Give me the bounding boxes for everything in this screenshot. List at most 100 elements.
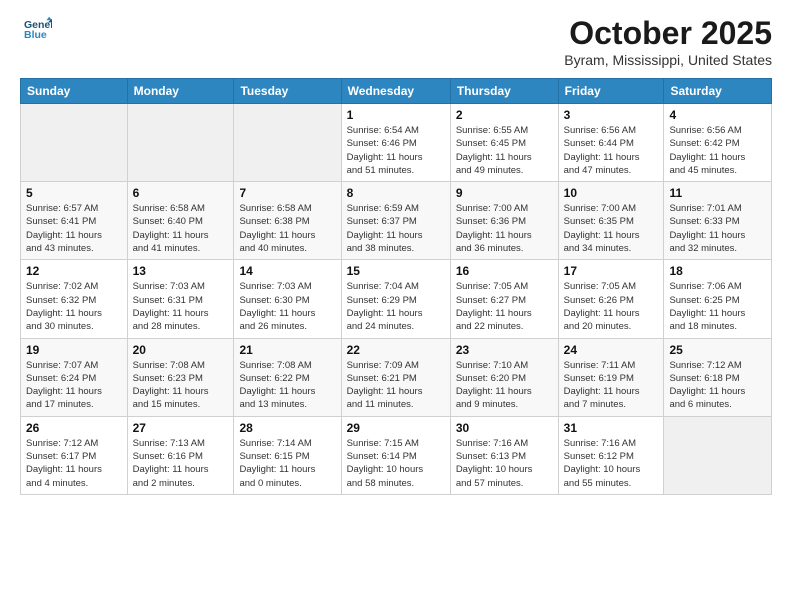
col-sunday: Sunday [21, 79, 128, 104]
table-row: 15 Sunrise: 7:04 AM Sunset: 6:29 PM Dayli… [341, 260, 450, 338]
calendar-week-1: 1 Sunrise: 6:54 AM Sunset: 6:46 PM Daylig… [21, 104, 772, 182]
logo: General Blue [20, 15, 52, 48]
day-number: 31 [564, 421, 659, 435]
day-number: 17 [564, 264, 659, 278]
day-info: Sunrise: 7:02 AM Sunset: 6:32 PM Dayligh… [26, 280, 122, 333]
col-monday: Monday [127, 79, 234, 104]
day-info: Sunrise: 7:16 AM Sunset: 6:13 PM Dayligh… [456, 437, 553, 490]
title-block: October 2025 Byram, Mississippi, United … [564, 15, 772, 68]
day-number: 24 [564, 343, 659, 357]
day-number: 7 [239, 186, 335, 200]
table-row: 3Sunrise: 6:56 AM Sunset: 6:44 PM Daylig… [558, 104, 664, 182]
table-row: 5Sunrise: 6:57 AM Sunset: 6:41 PM Daylig… [21, 182, 128, 260]
day-number: 3 [564, 108, 659, 122]
table-row [127, 104, 234, 182]
table-row: 20 Sunrise: 7:08 AM Sunset: 6:23 PM Dayli… [127, 338, 234, 416]
table-row: 28 Sunrise: 7:14 AM Sunset: 6:15 PM Dayli… [234, 416, 341, 494]
table-row: 1 Sunrise: 6:54 AM Sunset: 6:46 PM Daylig… [341, 104, 450, 182]
col-tuesday: Tuesday [234, 79, 341, 104]
day-number: 12 [26, 264, 122, 278]
table-row: 11 Sunrise: 7:01 AM Sunset: 6:33 PM Dayli… [664, 182, 772, 260]
day-number: 22 [347, 343, 445, 357]
calendar-week-5: 26 Sunrise: 7:12 AM Sunset: 6:17 PM Dayli… [21, 416, 772, 494]
table-row [21, 104, 128, 182]
day-number: 21 [239, 343, 335, 357]
day-number: 11 [669, 186, 766, 200]
table-row: 29Sunrise: 7:15 AM Sunset: 6:14 PM Dayli… [341, 416, 450, 494]
page-container: General Blue October 2025 Byram, Mississ… [0, 0, 792, 612]
day-number: 6 [133, 186, 229, 200]
day-info: Sunrise: 7:01 AM Sunset: 6:33 PM Dayligh… [669, 202, 766, 255]
day-info: Sunrise: 7:06 AM Sunset: 6:25 PM Dayligh… [669, 280, 766, 333]
table-row: 23Sunrise: 7:10 AM Sunset: 6:20 PM Dayli… [450, 338, 558, 416]
day-info: Sunrise: 7:12 AM Sunset: 6:18 PM Dayligh… [669, 359, 766, 412]
day-info: Sunrise: 7:14 AM Sunset: 6:15 PM Dayligh… [239, 437, 335, 490]
table-row: 12 Sunrise: 7:02 AM Sunset: 6:32 PM Dayli… [21, 260, 128, 338]
day-number: 14 [239, 264, 335, 278]
day-number: 4 [669, 108, 766, 122]
table-row: 17 Sunrise: 7:05 AM Sunset: 6:26 PM Dayli… [558, 260, 664, 338]
day-info: Sunrise: 7:09 AM Sunset: 6:21 PM Dayligh… [347, 359, 445, 412]
day-number: 25 [669, 343, 766, 357]
table-row: 6 Sunrise: 6:58 AM Sunset: 6:40 PM Daylig… [127, 182, 234, 260]
col-thursday: Thursday [450, 79, 558, 104]
day-info: Sunrise: 7:11 AM Sunset: 6:19 PM Dayligh… [564, 359, 659, 412]
day-number: 8 [347, 186, 445, 200]
day-number: 5 [26, 186, 122, 200]
day-info: Sunrise: 7:00 AM Sunset: 6:35 PM Dayligh… [564, 202, 659, 255]
table-row: 10 Sunrise: 7:00 AM Sunset: 6:35 PM Dayli… [558, 182, 664, 260]
table-row: 26 Sunrise: 7:12 AM Sunset: 6:17 PM Dayli… [21, 416, 128, 494]
day-info: Sunrise: 7:08 AM Sunset: 6:22 PM Dayligh… [239, 359, 335, 412]
calendar-table: Sunday Monday Tuesday Wednesday Thursday… [20, 78, 772, 495]
day-number: 26 [26, 421, 122, 435]
table-row: 27 Sunrise: 7:13 AM Sunset: 6:16 PM Dayli… [127, 416, 234, 494]
day-info: Sunrise: 7:04 AM Sunset: 6:29 PM Dayligh… [347, 280, 445, 333]
calendar-week-3: 12 Sunrise: 7:02 AM Sunset: 6:32 PM Dayli… [21, 260, 772, 338]
day-info: Sunrise: 7:10 AM Sunset: 6:20 PM Dayligh… [456, 359, 553, 412]
day-number: 13 [133, 264, 229, 278]
table-row: 14 Sunrise: 7:03 AM Sunset: 6:30 PM Dayli… [234, 260, 341, 338]
day-number: 28 [239, 421, 335, 435]
day-number: 2 [456, 108, 553, 122]
day-info: Sunrise: 7:13 AM Sunset: 6:16 PM Dayligh… [133, 437, 229, 490]
table-row: 30Sunrise: 7:16 AM Sunset: 6:13 PM Dayli… [450, 416, 558, 494]
day-info: Sunrise: 6:55 AM Sunset: 6:45 PM Dayligh… [456, 124, 553, 177]
day-number: 18 [669, 264, 766, 278]
day-info: Sunrise: 6:59 AM Sunset: 6:37 PM Dayligh… [347, 202, 445, 255]
location: Byram, Mississippi, United States [564, 52, 772, 68]
day-number: 1 [347, 108, 445, 122]
day-info: Sunrise: 7:00 AM Sunset: 6:36 PM Dayligh… [456, 202, 553, 255]
col-saturday: Saturday [664, 79, 772, 104]
table-row: 16 Sunrise: 7:05 AM Sunset: 6:27 PM Dayli… [450, 260, 558, 338]
day-info: Sunrise: 6:54 AM Sunset: 6:46 PM Dayligh… [347, 124, 445, 177]
table-row: 31Sunrise: 7:16 AM Sunset: 6:12 PM Dayli… [558, 416, 664, 494]
table-row: 22 Sunrise: 7:09 AM Sunset: 6:21 PM Dayli… [341, 338, 450, 416]
day-number: 16 [456, 264, 553, 278]
day-number: 20 [133, 343, 229, 357]
day-info: Sunrise: 7:03 AM Sunset: 6:30 PM Dayligh… [239, 280, 335, 333]
table-row: 19Sunrise: 7:07 AM Sunset: 6:24 PM Dayli… [21, 338, 128, 416]
col-friday: Friday [558, 79, 664, 104]
day-number: 19 [26, 343, 122, 357]
day-info: Sunrise: 6:56 AM Sunset: 6:42 PM Dayligh… [669, 124, 766, 177]
table-row: 2 Sunrise: 6:55 AM Sunset: 6:45 PM Daylig… [450, 104, 558, 182]
calendar-header-row: Sunday Monday Tuesday Wednesday Thursday… [21, 79, 772, 104]
table-row: 4 Sunrise: 6:56 AM Sunset: 6:42 PM Daylig… [664, 104, 772, 182]
day-info: Sunrise: 7:12 AM Sunset: 6:17 PM Dayligh… [26, 437, 122, 490]
month-title: October 2025 [564, 15, 772, 52]
day-info: Sunrise: 7:05 AM Sunset: 6:27 PM Dayligh… [456, 280, 553, 333]
day-number: 15 [347, 264, 445, 278]
day-number: 9 [456, 186, 553, 200]
table-row: 25 Sunrise: 7:12 AM Sunset: 6:18 PM Dayli… [664, 338, 772, 416]
day-info: Sunrise: 6:58 AM Sunset: 6:40 PM Dayligh… [133, 202, 229, 255]
day-info: Sunrise: 7:03 AM Sunset: 6:31 PM Dayligh… [133, 280, 229, 333]
day-info: Sunrise: 7:05 AM Sunset: 6:26 PM Dayligh… [564, 280, 659, 333]
table-row: 7Sunrise: 6:58 AM Sunset: 6:38 PM Daylig… [234, 182, 341, 260]
day-number: 10 [564, 186, 659, 200]
table-row: 9 Sunrise: 7:00 AM Sunset: 6:36 PM Daylig… [450, 182, 558, 260]
table-row: 13 Sunrise: 7:03 AM Sunset: 6:31 PM Dayli… [127, 260, 234, 338]
day-number: 27 [133, 421, 229, 435]
table-row [664, 416, 772, 494]
day-info: Sunrise: 7:08 AM Sunset: 6:23 PM Dayligh… [133, 359, 229, 412]
table-row [234, 104, 341, 182]
